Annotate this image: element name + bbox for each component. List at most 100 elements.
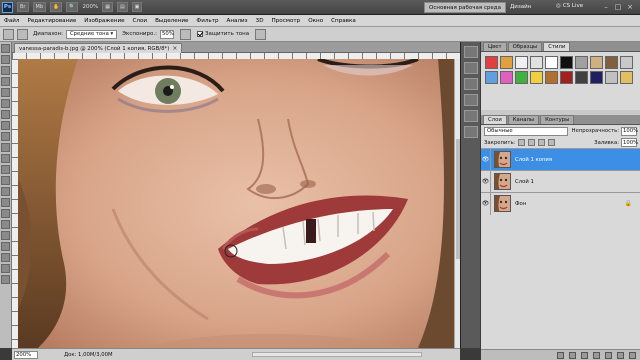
panel-icon-paragraph[interactable] — [463, 126, 478, 138]
panel-tab[interactable]: Образцы — [507, 42, 543, 51]
panel-tab[interactable]: Каналы — [507, 115, 540, 124]
style-swatch[interactable] — [485, 71, 498, 84]
lock-all-icon[interactable] — [548, 139, 556, 146]
style-swatch[interactable] — [500, 56, 513, 69]
lock-position-icon[interactable] — [538, 139, 546, 146]
style-swatch[interactable] — [515, 56, 528, 69]
tool-preset-icon[interactable] — [3, 28, 14, 40]
add-mask-icon[interactable] — [581, 351, 588, 359]
view-extras-icon[interactable]: ▦ — [102, 2, 113, 12]
tool-button-icon[interactable] — [1, 110, 10, 119]
tool-button-icon[interactable] — [1, 88, 10, 97]
link-layers-icon[interactable] — [557, 351, 564, 359]
style-swatch[interactable] — [605, 56, 618, 69]
visibility-eye-icon[interactable]: 👁 — [481, 148, 491, 171]
tool-button-icon[interactable] — [1, 66, 10, 75]
tool-button-icon[interactable] — [1, 220, 10, 229]
tool-button-icon[interactable] — [1, 165, 10, 174]
menu-item[interactable]: Справка — [327, 15, 360, 27]
tool-button-icon[interactable] — [1, 209, 10, 218]
menu-item[interactable]: Просмотр — [268, 15, 305, 27]
menu-item[interactable]: Анализ — [223, 15, 252, 27]
workspace-design-button[interactable]: Дизайн — [510, 4, 531, 10]
style-swatch[interactable] — [515, 71, 528, 84]
panel-tab[interactable]: Контуры — [540, 115, 575, 124]
style-swatch[interactable] — [575, 71, 588, 84]
minimize-icon[interactable]: – — [600, 2, 612, 12]
tool-button-icon[interactable] — [1, 176, 10, 185]
tool-button-icon[interactable] — [1, 242, 10, 251]
style-swatch[interactable] — [590, 71, 603, 84]
menu-item[interactable]: Файл — [0, 15, 23, 27]
tablet-pressure-icon[interactable] — [255, 28, 267, 40]
close-window-icon[interactable]: × — [624, 2, 636, 12]
style-swatch[interactable] — [605, 71, 618, 84]
new-group-icon[interactable] — [605, 351, 612, 359]
tool-button-icon[interactable] — [1, 187, 10, 196]
tool-button-icon[interactable] — [1, 55, 10, 64]
delete-layer-icon[interactable] — [629, 351, 636, 359]
style-swatch[interactable] — [500, 71, 513, 84]
style-swatch[interactable] — [530, 71, 543, 84]
document-info[interactable]: Док: 1,00M/3,00M — [64, 352, 113, 358]
bridge-icon[interactable]: Br — [17, 2, 29, 12]
workspace-essentials-button[interactable]: Основная рабочая среда — [424, 2, 506, 13]
hand-tool-icon[interactable]: ✋ — [50, 2, 63, 12]
panel-icon-clone-source[interactable] — [463, 94, 478, 106]
lock-image-icon[interactable] — [528, 139, 536, 146]
new-layer-icon[interactable] — [617, 351, 624, 359]
panel-icon-character[interactable] — [463, 110, 478, 122]
screen-mode-icon[interactable]: ▣ — [131, 2, 143, 12]
status-zoom-input[interactable]: 200% — [14, 350, 38, 359]
menu-item[interactable]: Редактирование — [23, 15, 80, 27]
brush-preset-icon[interactable] — [17, 28, 28, 40]
tool-button-icon[interactable] — [1, 231, 10, 240]
style-swatch[interactable] — [530, 56, 543, 69]
menu-item[interactable]: 3D — [252, 15, 268, 27]
tool-button-icon[interactable] — [1, 275, 10, 284]
zoom-tool-icon[interactable]: 🔍 — [66, 2, 79, 12]
layer-row[interactable]: 👁 Фон 🔒 — [481, 192, 640, 215]
panel-tab[interactable]: Стили — [543, 42, 571, 51]
panel-icon-history[interactable] — [463, 46, 478, 58]
range-select[interactable]: Средние тона ▾ — [65, 29, 118, 39]
document-tab[interactable]: vanessa-paradis-b.jpg @ 200% (Слой 1 коп… — [14, 43, 183, 53]
menu-item[interactable]: Выделение — [151, 15, 192, 27]
style-swatch[interactable] — [620, 56, 633, 69]
tool-button-icon[interactable] — [1, 77, 10, 86]
tool-button-icon[interactable] — [1, 143, 10, 152]
panel-icon-brushes[interactable] — [463, 78, 478, 90]
app-zoom-level[interactable]: 200% — [82, 4, 98, 10]
layer-row[interactable]: 👁 Слой 1 копия — [481, 148, 640, 171]
lock-transparent-icon[interactable] — [518, 139, 526, 146]
maximize-icon[interactable]: □ — [612, 2, 624, 12]
style-swatch[interactable] — [545, 56, 558, 69]
panel-icon-actions[interactable] — [463, 62, 478, 74]
layer-row[interactable]: 👁 Слой 1 — [481, 170, 640, 193]
style-swatch[interactable] — [560, 56, 573, 69]
horizontal-scrollbar[interactable] — [252, 352, 422, 357]
layer-style-icon[interactable] — [569, 351, 576, 359]
tool-button-icon[interactable] — [1, 264, 10, 273]
style-swatch[interactable] — [590, 56, 603, 69]
arrange-documents-icon[interactable]: ▤ — [116, 2, 128, 12]
tool-button-icon[interactable] — [1, 99, 10, 108]
fill-input[interactable]: 100% — [621, 138, 638, 147]
tool-button-icon[interactable] — [1, 132, 10, 141]
close-document-icon[interactable]: × — [172, 45, 177, 52]
exposure-input[interactable]: 50% — [159, 29, 174, 39]
adjustment-layer-icon[interactable] — [593, 351, 600, 359]
tool-button-icon[interactable] — [1, 44, 10, 53]
menu-item[interactable]: Фильтр — [192, 15, 222, 27]
style-swatch[interactable] — [620, 71, 633, 84]
visibility-eye-icon[interactable]: 👁 — [481, 192, 491, 215]
opacity-input[interactable]: 100% — [621, 126, 638, 136]
mini-bridge-icon[interactable]: Mb — [32, 2, 46, 12]
menu-item[interactable]: Изображение — [80, 15, 128, 27]
panel-tab[interactable]: Цвет — [483, 42, 507, 51]
tool-button-icon[interactable] — [1, 121, 10, 130]
menu-item[interactable]: Окно — [304, 15, 327, 27]
cs-live-button[interactable]: ◎ CS Live — [556, 3, 583, 9]
tool-button-icon[interactable] — [1, 154, 10, 163]
visibility-eye-icon[interactable]: 👁 — [481, 170, 491, 193]
